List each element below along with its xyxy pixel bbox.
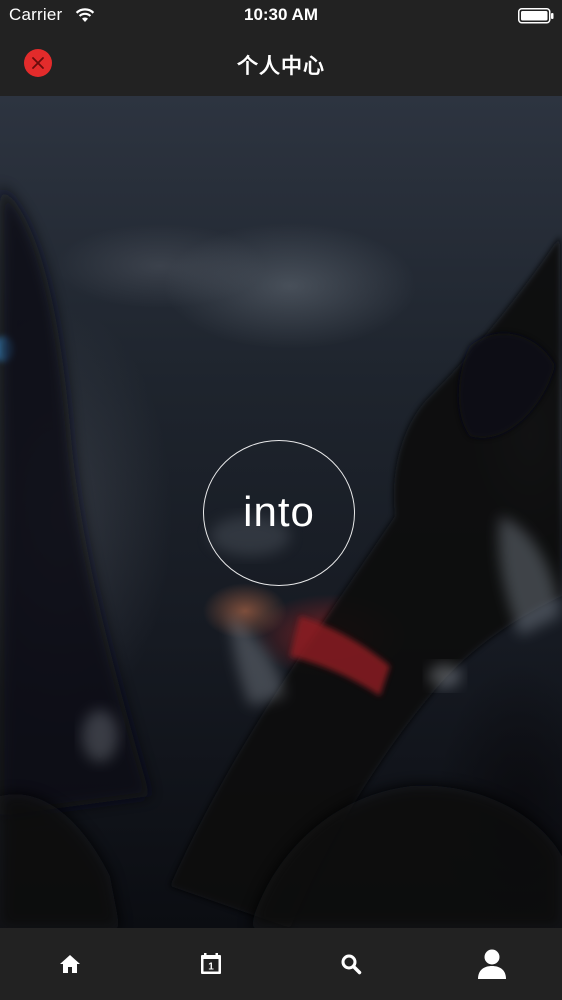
into-button-label: into xyxy=(243,488,315,535)
tab-home[interactable] xyxy=(0,928,141,1000)
tab-search[interactable] xyxy=(281,928,422,1000)
calendar-icon: 1 xyxy=(200,953,221,974)
navigation-bar: 个人中心 xyxy=(0,32,562,96)
profile-icon xyxy=(477,949,506,979)
tab-calendar[interactable]: 1 xyxy=(141,928,282,1000)
battery-icon xyxy=(518,8,554,24)
app-screen: Carrier 10:30 AM 个人中心 into 1 xyxy=(0,0,562,1000)
tab-profile[interactable] xyxy=(422,928,562,1000)
page-title: 个人中心 xyxy=(237,55,325,78)
calendar-day-label: 1 xyxy=(208,962,214,973)
status-bar: Carrier 10:30 AM xyxy=(0,0,562,32)
tab-bar: 1 xyxy=(0,928,562,1000)
into-button[interactable]: into xyxy=(203,440,355,586)
clock: 10:30 AM xyxy=(243,5,318,24)
search-icon xyxy=(341,954,362,975)
home-icon xyxy=(60,955,81,973)
hero-background-image: into xyxy=(0,96,562,928)
